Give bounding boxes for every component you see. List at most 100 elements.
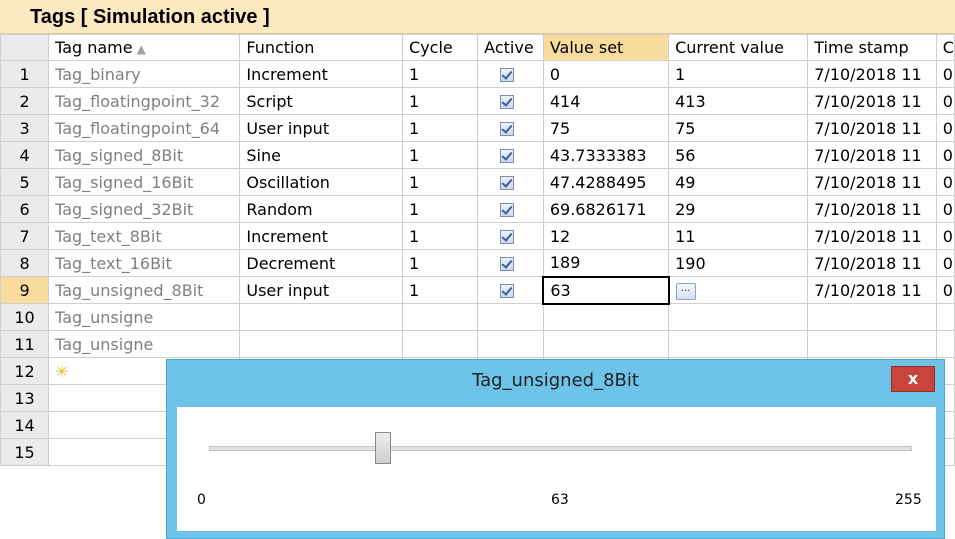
- cell-current-value[interactable]: 11: [668, 222, 809, 250]
- row-number[interactable]: 5: [0, 168, 50, 196]
- cell-cycle[interactable]: [402, 303, 479, 331]
- checkbox-checked-icon[interactable]: [500, 176, 515, 190]
- cell-cycle[interactable]: 1: [402, 276, 479, 304]
- cell-time-stamp[interactable]: [807, 303, 937, 331]
- cell-function[interactable]: [239, 330, 404, 358]
- cell-value-set[interactable]: 189: [542, 249, 670, 277]
- row-number[interactable]: 14: [0, 411, 50, 439]
- row-number[interactable]: 13: [0, 384, 50, 412]
- cell-time-stamp[interactable]: 7/10/2018 11: [807, 249, 937, 277]
- cell-tag-name[interactable]: Tag_floatingpoint_64: [48, 114, 241, 142]
- cell-cycle[interactable]: 1: [402, 141, 479, 169]
- cell-current-value[interactable]: [668, 330, 809, 358]
- cell-value-set[interactable]: [542, 330, 670, 358]
- column-header-cycle[interactable]: Cycle: [402, 34, 479, 61]
- table-row[interactable]: 3 Tag_floatingpoint_64 User input 1 75 75 7/10…: [0, 114, 955, 142]
- close-button[interactable]: x: [891, 366, 935, 392]
- cell-truncated[interactable]: 0: [935, 141, 955, 169]
- cell-function[interactable]: Increment: [239, 222, 404, 250]
- table-row[interactable]: 9 Tag_unsigned_8Bit User input 1 63... 7/10/2…: [0, 275, 955, 305]
- cell-truncated[interactable]: 0: [935, 276, 955, 304]
- row-number[interactable]: 6: [0, 195, 50, 223]
- cell-active[interactable]: [477, 114, 544, 142]
- checkbox-checked-icon[interactable]: [500, 284, 515, 298]
- row-number[interactable]: 1: [0, 60, 50, 88]
- cell-function[interactable]: User input: [239, 276, 404, 304]
- cell-truncated[interactable]: 0: [935, 87, 955, 115]
- cell-cycle[interactable]: 1: [402, 87, 479, 115]
- cell-tag-name[interactable]: Tag_binary: [48, 60, 241, 88]
- column-header-active[interactable]: Active: [477, 34, 544, 61]
- cell-cycle[interactable]: [402, 330, 479, 358]
- cell-truncated[interactable]: 0: [935, 60, 955, 88]
- cell-current-value[interactable]: 56: [668, 141, 809, 169]
- cell-current-value[interactable]: 29: [668, 195, 809, 223]
- cell-active[interactable]: [477, 87, 544, 115]
- row-number[interactable]: 10: [0, 303, 50, 331]
- column-header-time-stamp[interactable]: Time stamp: [807, 34, 937, 61]
- column-header-tag-name[interactable]: Tag name ▲: [48, 34, 241, 61]
- cell-active[interactable]: [477, 249, 544, 277]
- row-number[interactable]: 3: [0, 114, 50, 142]
- table-row[interactable]: 10 Tag_unsigne: [0, 303, 955, 331]
- slider-thumb[interactable]: [374, 432, 391, 464]
- cell-current-value[interactable]: 75: [668, 114, 809, 142]
- row-number[interactable]: 7: [0, 222, 50, 250]
- cell-truncated[interactable]: 0: [935, 195, 955, 223]
- table-row[interactable]: 8 Tag_text_16Bit Decrement 1 189 190 7/10/2018…: [0, 249, 955, 277]
- cell-cycle[interactable]: 1: [402, 60, 479, 88]
- cell-truncated[interactable]: [935, 303, 955, 331]
- row-number[interactable]: 12: [0, 357, 50, 385]
- cell-cycle[interactable]: 1: [402, 168, 479, 196]
- cell-active[interactable]: [477, 276, 544, 304]
- cell-time-stamp[interactable]: 7/10/2018 11: [807, 276, 937, 304]
- cell-current-value[interactable]: 1: [668, 60, 809, 88]
- cell-value-set[interactable]: 43.7333383: [542, 141, 670, 169]
- row-number[interactable]: 2: [0, 87, 50, 115]
- cell-tag-name[interactable]: Tag_text_16Bit: [48, 249, 241, 277]
- cell-active[interactable]: [477, 195, 544, 223]
- cell-active[interactable]: [477, 141, 544, 169]
- cell-function[interactable]: [239, 303, 404, 331]
- cell-value-set[interactable]: 47.4288495: [542, 168, 670, 196]
- cell-function[interactable]: Script: [239, 87, 404, 115]
- table-row[interactable]: 6 Tag_signed_32Bit Random 1 69.6826171 29 7/10…: [0, 195, 955, 223]
- cell-value-set[interactable]: [542, 303, 670, 331]
- checkbox-checked-icon[interactable]: [500, 68, 515, 82]
- table-row[interactable]: 4 Tag_signed_8Bit Sine 1 43.7333383 56 7/10/20…: [0, 141, 955, 169]
- cell-time-stamp[interactable]: 7/10/2018 11: [807, 195, 937, 223]
- table-row[interactable]: 2 Tag_floatingpoint_32 Script 1 414 413 7/10/2…: [0, 87, 955, 115]
- row-number[interactable]: 15: [0, 438, 50, 466]
- column-header-current-value[interactable]: Current value: [668, 34, 809, 61]
- cell-current-value[interactable]: 49: [668, 168, 809, 196]
- cell-cycle[interactable]: 1: [402, 222, 479, 250]
- column-header-value-set[interactable]: Value set: [542, 34, 670, 61]
- cell-current-value[interactable]: [668, 303, 809, 331]
- corner-cell[interactable]: [0, 34, 50, 61]
- row-number[interactable]: 8: [0, 249, 50, 277]
- checkbox-checked-icon[interactable]: [500, 122, 515, 136]
- cell-tag-name[interactable]: Tag_signed_32Bit: [48, 195, 241, 223]
- cell-function[interactable]: User input: [239, 114, 404, 142]
- cell-truncated[interactable]: 0: [935, 114, 955, 142]
- cell-active[interactable]: [477, 330, 544, 358]
- cell-truncated[interactable]: [935, 330, 955, 358]
- cell-time-stamp[interactable]: 7/10/2018 11: [807, 222, 937, 250]
- cell-active[interactable]: [477, 60, 544, 88]
- cell-value-set[interactable]: 12: [542, 222, 670, 250]
- checkbox-checked-icon[interactable]: [500, 203, 515, 217]
- cell-time-stamp[interactable]: 7/10/2018 11: [807, 168, 937, 196]
- checkbox-checked-icon[interactable]: [500, 257, 515, 271]
- row-number[interactable]: 11: [0, 330, 50, 358]
- cell-time-stamp[interactable]: 7/10/2018 11: [807, 60, 937, 88]
- table-row[interactable]: 1 Tag_binary Increment 1 0 1 7/10/2018 11 0: [0, 60, 955, 88]
- cell-active[interactable]: [477, 168, 544, 196]
- cell-function[interactable]: Sine: [239, 141, 404, 169]
- table-row[interactable]: 7 Tag_text_8Bit Increment 1 12 11 7/10/2018 11…: [0, 222, 955, 250]
- cell-tag-name[interactable]: Tag_text_8Bit: [48, 222, 241, 250]
- cell-time-stamp[interactable]: [807, 330, 937, 358]
- cell-truncated[interactable]: 0: [935, 222, 955, 250]
- cell-tag-name[interactable]: Tag_unsigne: [48, 330, 241, 358]
- checkbox-checked-icon[interactable]: [500, 95, 515, 109]
- cell-time-stamp[interactable]: 7/10/2018 11: [807, 114, 937, 142]
